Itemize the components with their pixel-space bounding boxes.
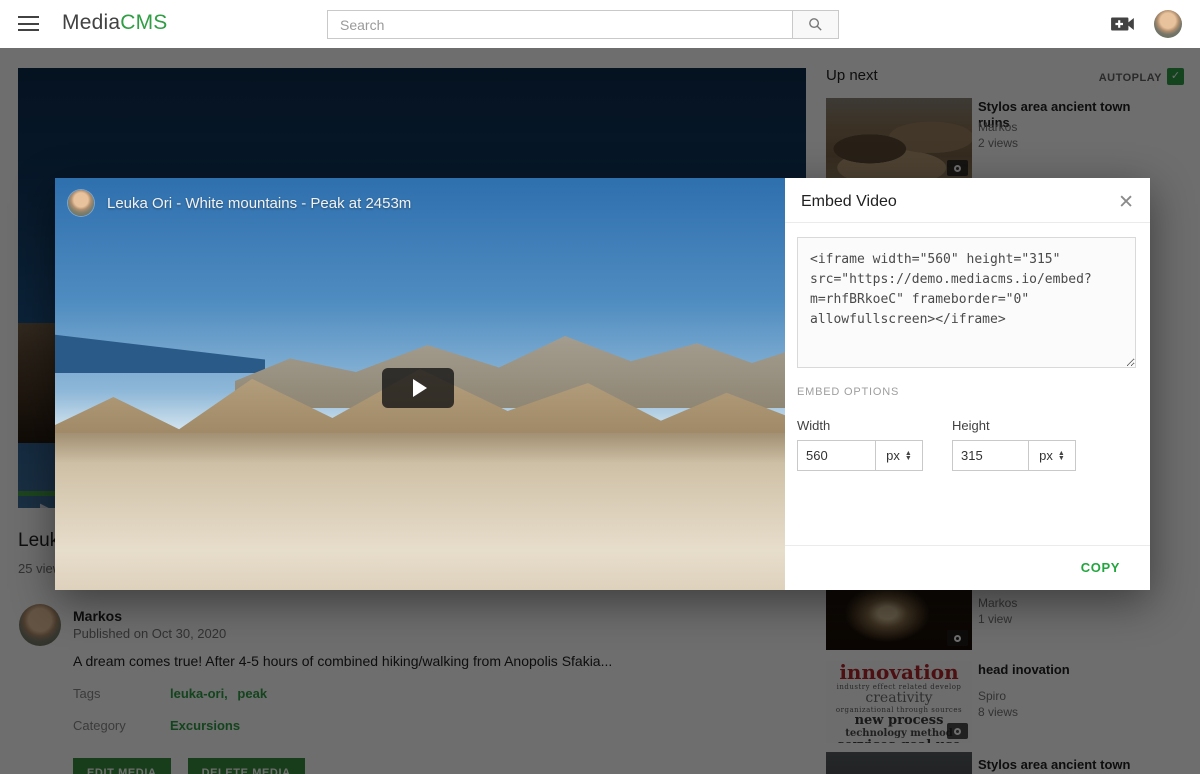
top-bar: MediaCMS: [0, 0, 1200, 48]
logo-media: Media: [62, 11, 120, 34]
preview-sea: [55, 328, 265, 373]
modal-title: Embed Video: [801, 193, 897, 211]
width-unit-value: px: [886, 448, 900, 463]
copy-button[interactable]: COPY: [1081, 560, 1120, 575]
height-group: px ▲▼: [952, 440, 1076, 471]
embed-options-panel: Embed Video ✕ <iframe width="560" height…: [785, 178, 1150, 590]
width-input[interactable]: [797, 440, 876, 471]
search-button[interactable]: [792, 10, 839, 39]
close-icon[interactable]: ✕: [1118, 191, 1134, 214]
preview-video-title[interactable]: Leuka Ori - White mountains - Peak at 24…: [107, 195, 411, 212]
embed-code-textarea[interactable]: <iframe width="560" height="315" src="ht…: [797, 237, 1136, 368]
user-avatar[interactable]: [1154, 10, 1182, 38]
height-unit-select[interactable]: px ▲▼: [1029, 440, 1076, 471]
divider: [785, 545, 1150, 546]
play-icon: [413, 379, 427, 397]
height-input[interactable]: [952, 440, 1029, 471]
spinner-arrows-icon: ▲▼: [905, 451, 912, 461]
mediacms-app: ▶ Leuka Ori - White mountains - Peak at …: [0, 0, 1200, 774]
divider: [785, 222, 1150, 223]
preview-ground: [55, 433, 785, 590]
spinner-arrows-icon: ▲▼: [1058, 451, 1065, 461]
preview-titlebar: Leuka Ori - White mountains - Peak at 24…: [68, 190, 411, 216]
logo[interactable]: MediaCMS: [62, 11, 167, 35]
logo-cms: CMS: [120, 11, 167, 34]
width-label: Width: [797, 418, 830, 433]
search-input[interactable]: [327, 10, 792, 39]
header-actions: [1110, 0, 1182, 48]
width-unit-select[interactable]: px ▲▼: [876, 440, 923, 471]
width-group: px ▲▼: [797, 440, 923, 471]
embed-video-modal: Leuka Ori - White mountains - Peak at 24…: [55, 178, 1150, 590]
menu-icon[interactable]: [18, 16, 39, 31]
big-play-button[interactable]: [382, 368, 454, 408]
height-label: Height: [952, 418, 990, 433]
embed-video-preview[interactable]: Leuka Ori - White mountains - Peak at 24…: [55, 178, 785, 590]
height-unit-value: px: [1039, 448, 1053, 463]
search-bar: [327, 10, 839, 39]
add-video-icon[interactable]: [1110, 13, 1136, 35]
search-icon: [807, 16, 824, 33]
embed-options-label: EMBED OPTIONS: [797, 386, 899, 398]
preview-far-mountains: [235, 318, 785, 408]
channel-avatar[interactable]: [68, 190, 94, 216]
